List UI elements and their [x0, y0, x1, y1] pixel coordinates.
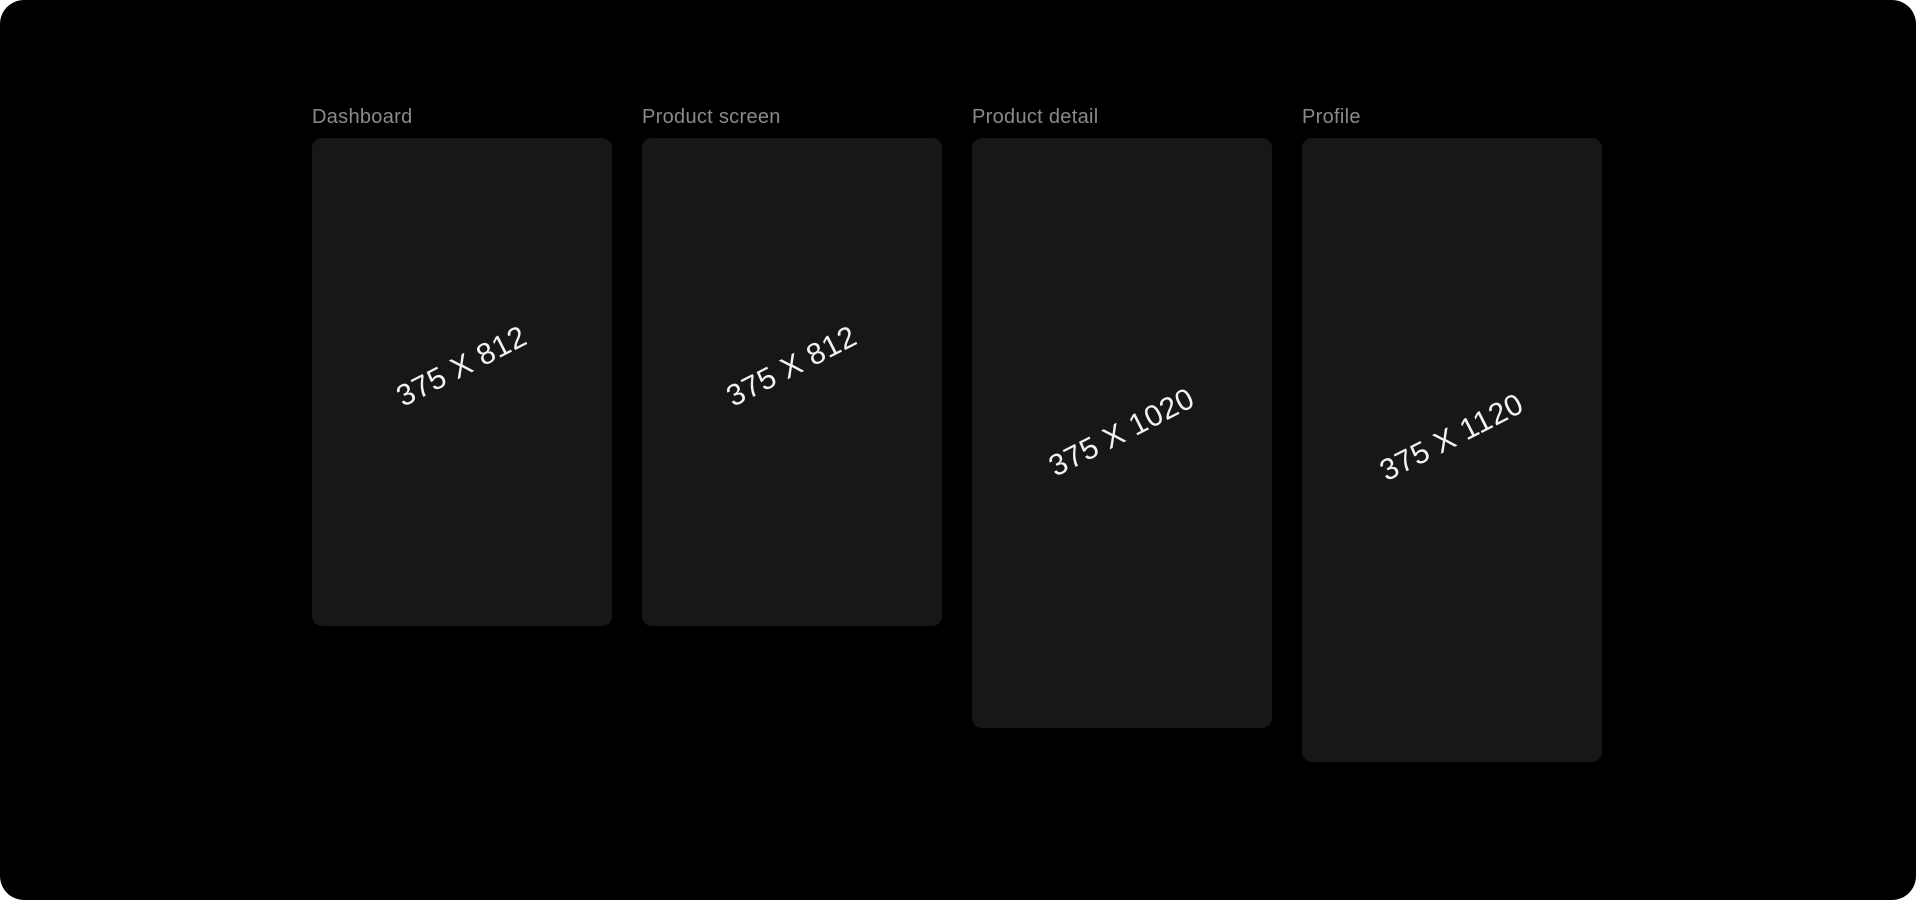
frame-label[interactable]: Product screen	[642, 103, 942, 131]
frame-placeholder[interactable]: 375 X 812	[642, 138, 942, 626]
frame-placeholder[interactable]: 375 X 812	[312, 138, 612, 626]
frame-dimensions: 375 X 812	[391, 320, 533, 414]
frame-label[interactable]: Product detail	[972, 103, 1272, 131]
frame-dimensions: 375 X 1020	[1043, 381, 1200, 484]
frame-placeholder[interactable]: 375 X 1120	[1302, 138, 1602, 762]
frame-label[interactable]: Profile	[1302, 103, 1602, 131]
design-canvas: Dashboard 375 X 812 Product screen 375 X…	[0, 0, 1916, 900]
frame-dashboard: Dashboard 375 X 812	[312, 103, 612, 626]
frame-dimensions: 375 X 1120	[1374, 386, 1529, 488]
frame-placeholder[interactable]: 375 X 1020	[972, 138, 1272, 728]
frame-profile: Profile 375 X 1120	[1302, 103, 1602, 762]
frame-product-screen: Product screen 375 X 812	[642, 103, 942, 626]
frame-dimensions: 375 X 812	[721, 320, 863, 414]
frame-label[interactable]: Dashboard	[312, 103, 612, 131]
frame-product-detail: Product detail 375 X 1020	[972, 103, 1272, 728]
